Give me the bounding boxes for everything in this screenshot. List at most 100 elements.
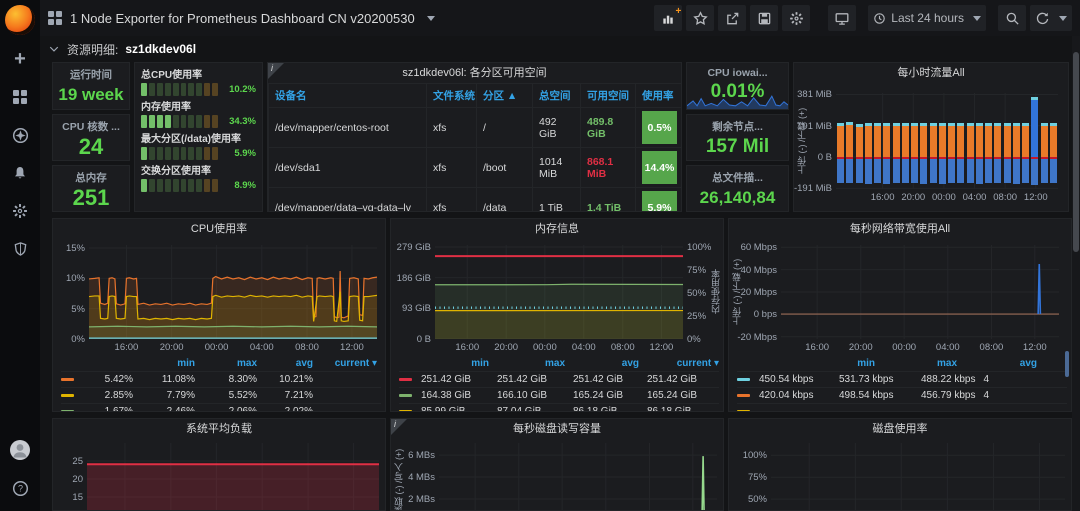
legend-header-avg[interactable]: avg <box>961 356 1041 371</box>
refresh-button[interactable] <box>1030 5 1072 31</box>
sidebar-item-help[interactable]: ? <box>0 469 40 507</box>
sidebar-item-alerting[interactable] <box>0 154 40 192</box>
column-header-设备名[interactable]: 设备名 <box>268 83 427 108</box>
panel-title[interactable]: 剩余节点... <box>687 119 788 134</box>
legend-header-max[interactable]: max <box>493 356 569 371</box>
page-scrollbar[interactable] <box>1072 36 1080 511</box>
panel-title[interactable]: 每秒网络带宽使用All <box>729 219 1071 239</box>
panel-partition-table: i sz1dkdev06l: 各分区可用空间 设备名 文件系统 分区 ▲ 总空间 可用空… <box>267 62 682 212</box>
gauge-row-2[interactable]: 最大分区(/data)使用率 5.9% <box>141 130 256 160</box>
panel-title[interactable]: 每小时流量All <box>794 63 1068 83</box>
legend-header-min[interactable]: min <box>417 356 493 371</box>
panel-title[interactable]: 每秒磁盘读写容量 <box>391 419 723 439</box>
add-panel-button[interactable]: + <box>654 5 683 31</box>
dashboard-title-button[interactable]: 1 Node Exporter for Prometheus Dashboard… <box>48 11 435 26</box>
legend-header-max[interactable]: max <box>879 356 961 371</box>
cell-usage: 5.9% <box>635 187 681 211</box>
gauge-row-3[interactable]: 交换分区使用率 8.9% <box>141 162 256 192</box>
legend-header-current[interactable]: current ▾ <box>643 356 723 371</box>
sidebar-item-profile[interactable] <box>0 431 40 469</box>
traffic-bar-cap <box>938 122 946 126</box>
sidebar-item-dashboards[interactable] <box>0 78 40 116</box>
panel-title[interactable]: 总文件描... <box>687 170 788 185</box>
legend-series-toggle[interactable]: 可用 <box>399 388 417 403</box>
panel-title[interactable]: sz1dkdev06l: 各分区可用空间 <box>268 63 681 83</box>
sidebar-item-configuration[interactable] <box>0 192 40 230</box>
sidebar-item-explore[interactable] <box>0 116 40 154</box>
question-icon: ? <box>12 480 28 496</box>
table-row[interactable]: /dev/mapper/centos-root xfs/492 GiB 489.8 … <box>268 107 681 148</box>
gauge-label: 最大分区(/data)使用率 <box>141 134 241 145</box>
legend-header-avg[interactable]: avg <box>569 356 643 371</box>
save-button[interactable] <box>750 5 779 31</box>
panel-title[interactable]: CPU iowai... <box>687 67 788 79</box>
column-header-总空间[interactable]: 总空间 <box>532 83 581 108</box>
panel-cpu-cores: CPU 核数 ... 24 <box>52 114 130 161</box>
traffic-bar-cap <box>1040 123 1048 127</box>
legend-series-toggle[interactable]: 已用 <box>399 404 417 411</box>
caret-down-icon <box>973 15 981 21</box>
net-y-axis-title: 上传 (-) /下载 (+) <box>732 258 742 326</box>
favorite-button[interactable] <box>686 5 715 31</box>
cell-device: /dev/mapper/data–vg-data–lv <box>268 187 427 211</box>
panel-title[interactable]: 总内存 <box>53 170 129 185</box>
column-header-分区[interactable]: 分区 ▲ <box>476 83 533 108</box>
x-tick-label: 12:00 <box>1023 192 1048 203</box>
traffic-bar-upload <box>948 159 956 184</box>
legend-value: 488.22 kbps <box>921 374 976 385</box>
cell-mount: / <box>476 107 533 148</box>
legend-header-max[interactable]: max <box>199 356 261 371</box>
column-header-使用率[interactable]: 使用率 <box>635 83 681 108</box>
caret-down-icon <box>1059 15 1067 21</box>
info-corner-icon[interactable]: i <box>268 63 284 79</box>
legend-series-toggle[interactable]: enp4s0f2_in下载 <box>737 372 755 387</box>
x-tick-label: 20:00 <box>901 192 926 203</box>
gauge-row-0[interactable]: 总CPU使用率 10.2% <box>141 66 256 96</box>
info-corner-icon[interactable]: i <box>391 419 407 435</box>
traffic-y-axis-title: 上传 (-) /下载 (+) <box>797 107 807 175</box>
panel-title[interactable]: 运行时间 <box>53 67 129 82</box>
panel-title[interactable]: 磁盘使用率 <box>729 419 1071 439</box>
zoom-out-button[interactable] <box>998 5 1026 31</box>
panel-title[interactable]: 内存信息 <box>391 219 723 239</box>
y-tick-label: 25% <box>687 311 707 322</box>
legend-header-current[interactable]: current ▾ <box>317 356 381 371</box>
sidebar-item-server-admin[interactable] <box>0 230 40 268</box>
row-collapse-toggle[interactable]: 资源明细: sz1dkdev06l <box>48 38 196 60</box>
x-tick-label: 16:00 <box>455 342 480 353</box>
legend-series-toggle[interactable]: 总使用率 <box>61 372 79 387</box>
panel-title[interactable]: CPU使用率 <box>53 219 385 239</box>
legend-series-toggle[interactable]: 总内存 <box>399 372 417 387</box>
traffic-bar-cap <box>1003 123 1011 127</box>
column-header-可用空间[interactable]: 可用空间 <box>580 83 636 108</box>
gear-icon <box>789 11 803 25</box>
cycle-view-button[interactable] <box>828 5 857 31</box>
legend-scrollbar[interactable] <box>1065 351 1069 377</box>
sidebar-item-create[interactable]: + <box>0 40 40 78</box>
grafana-logo[interactable] <box>5 5 35 35</box>
legend-value: 456.79 kbps <box>921 390 976 401</box>
table-row[interactable]: /dev/mapper/data–vg-data–lv xfs/data 1 TiB… <box>268 187 681 211</box>
table-row[interactable]: /dev/sda1 xfs/boot 1014 MiB 868.1 MiB 14.4% <box>268 147 681 188</box>
legend-header-min[interactable]: min <box>137 356 199 371</box>
column-header-文件系统[interactable]: 文件系统 <box>426 83 477 108</box>
scrollbar-thumb[interactable] <box>1073 52 1079 252</box>
panel-title[interactable]: 系统平均负载 <box>53 419 385 439</box>
share-button[interactable] <box>718 5 747 31</box>
y-tick-label: 60 Mbps <box>740 242 777 254</box>
legend-series-toggle[interactable]: enp4s0f2.1133_in下载 <box>737 388 755 403</box>
gauge-row-1[interactable]: 内存使用率 34.3% <box>141 98 256 128</box>
legend-header-avg[interactable]: avg <box>261 356 317 371</box>
y-tick-label: 25 <box>72 456 83 467</box>
legend-series-toggle[interactable]: 用户使用率 <box>61 388 79 403</box>
settings-button[interactable] <box>782 5 811 31</box>
panel-system-load: 系统平均负载25201510 <box>52 418 386 511</box>
legend-series-toggle[interactable]: enp4s0f2_out上传 <box>737 404 755 411</box>
traffic-bar-cap <box>911 123 919 127</box>
dashboard-title: 1 Node Exporter for Prometheus Dashboard… <box>70 10 415 26</box>
legend-series-toggle[interactable]: 系统使用率 <box>61 404 79 411</box>
legend-value: 86.18 GiB <box>647 406 692 412</box>
panel-title[interactable]: CPU 核数 ... <box>53 119 129 134</box>
legend-header-min[interactable]: min <box>799 356 879 371</box>
time-picker-button[interactable]: Last 24 hours <box>868 5 986 31</box>
